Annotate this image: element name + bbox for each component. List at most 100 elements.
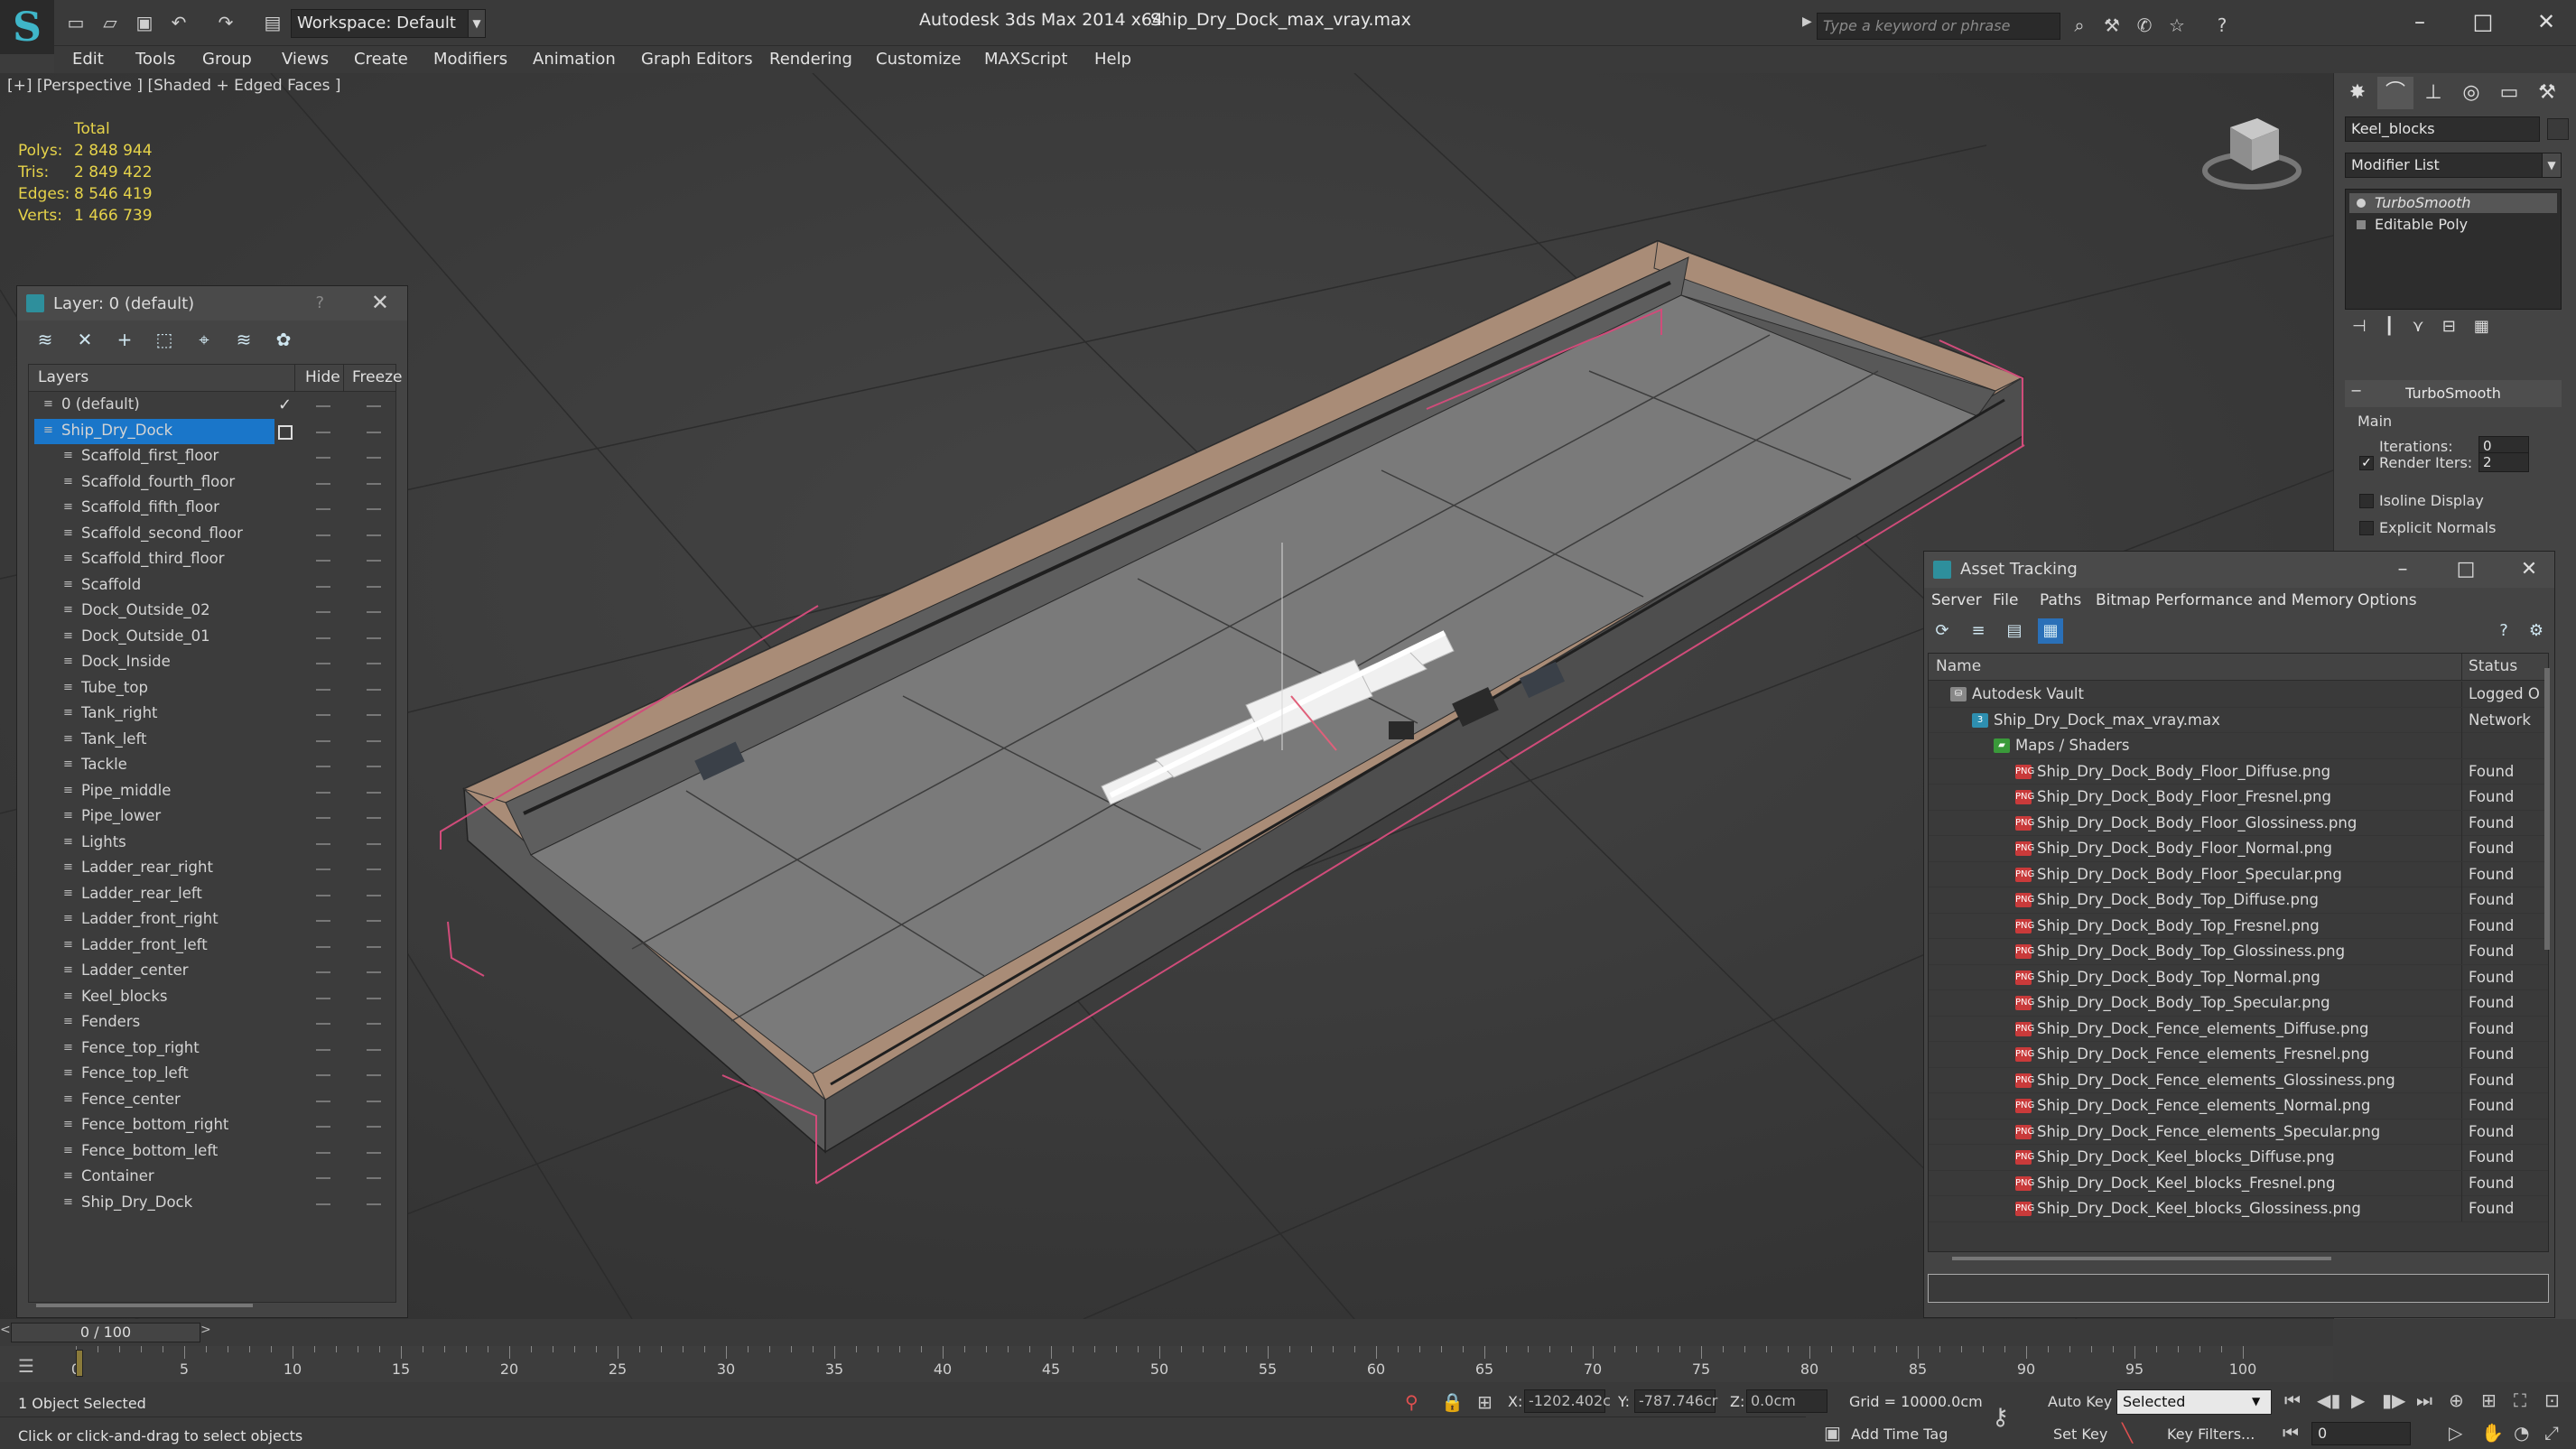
key-icon[interactable]: ⚷	[1992, 1404, 2009, 1431]
open-file-icon[interactable]: ▱	[98, 11, 123, 34]
freeze-toggle[interactable]	[367, 636, 381, 639]
lightbulb-icon[interactable]	[2357, 199, 2366, 208]
render-iters-spinner[interactable]: 2	[2478, 452, 2529, 472]
explicit-normals-checkbox[interactable]	[2359, 521, 2374, 535]
zoom-icon[interactable]: ⊕	[2449, 1389, 2464, 1411]
current-frame-marker[interactable]	[76, 1350, 83, 1377]
modify-tab-icon[interactable]: ⌒	[2377, 77, 2413, 109]
communication-icon[interactable]: ✆	[2131, 13, 2158, 38]
menu-create[interactable]: Create	[354, 50, 408, 69]
go-to-end-icon[interactable]: ⏭	[2416, 1389, 2432, 1411]
layer-row[interactable]: ≡ Ship_Dry_Dock	[29, 418, 395, 445]
layer-row[interactable]: ≡ Fence_bottom_right	[29, 1113, 395, 1139]
freeze-all-layers-icon[interactable]: ✿	[272, 328, 295, 351]
go-to-start-icon[interactable]: ⏮	[2284, 1389, 2301, 1411]
hide-toggle[interactable]	[316, 1100, 330, 1102]
asset-row[interactable]: ⛁ Autodesk Vault Logged O	[1929, 682, 2548, 708]
layer-row[interactable]: ≡ Scaffold	[29, 573, 395, 599]
time-slider-thumb[interactable]: 0 / 100	[11, 1323, 200, 1342]
menu-options[interactable]: Options	[2357, 591, 2417, 609]
freeze-toggle[interactable]	[367, 920, 381, 922]
hide-toggle[interactable]	[316, 1048, 330, 1051]
layer-row[interactable]: ≡ 0 (default) ✓	[29, 393, 395, 419]
modifier-list-dropdown[interactable]: Modifier List	[2345, 153, 2558, 178]
stack-item-editable-poly[interactable]: Editable Poly	[2349, 215, 2557, 235]
freeze-toggle[interactable]	[367, 842, 381, 845]
layer-row[interactable]: ≡ Dock_Outside_01	[29, 625, 395, 651]
hide-toggle[interactable]	[316, 945, 330, 948]
select-objects-icon[interactable]: ⬚	[153, 328, 176, 351]
menu-server[interactable]: Server	[1931, 591, 1982, 609]
redo-icon[interactable]: ↷	[213, 11, 238, 34]
hide-toggle[interactable]	[316, 817, 330, 819]
auto-key-button[interactable]: Auto Key	[2048, 1393, 2112, 1410]
hide-toggle[interactable]	[316, 663, 330, 664]
menu-help[interactable]: Help	[1094, 50, 1131, 69]
freeze-toggle[interactable]	[367, 482, 381, 485]
set-key-button[interactable]: Set Key	[2053, 1426, 2107, 1443]
hide-toggle[interactable]	[316, 508, 330, 510]
menu-views[interactable]: Views	[282, 50, 329, 69]
current-frame-field[interactable]: 0	[2311, 1422, 2411, 1445]
mini-curve-editor-icon[interactable]: ☰	[18, 1355, 34, 1377]
object-color-swatch[interactable]	[2547, 118, 2569, 140]
chevron-down-icon[interactable]: ▼	[2252, 1395, 2260, 1407]
selection-set-dropdown[interactable]: Selected	[2116, 1389, 2272, 1415]
hide-toggle[interactable]	[316, 1023, 330, 1025]
hide-toggle[interactable]	[316, 1126, 330, 1128]
column-name[interactable]: Name	[1936, 657, 1981, 675]
asset-row[interactable]: PNG Ship_Dry_Dock_Keel_blocks_Glossiness.…	[1929, 1196, 2548, 1222]
freeze-toggle[interactable]	[367, 431, 381, 433]
freeze-toggle[interactable]	[367, 1177, 381, 1179]
column-status[interactable]: Status	[2469, 657, 2517, 675]
z-coordinate-field[interactable]: 0.0cm	[1746, 1389, 1827, 1413]
previous-frame-icon[interactable]: <	[0, 1323, 11, 1337]
lock-selection-icon[interactable]: 🔒	[1441, 1391, 1464, 1413]
freeze-toggle[interactable]	[367, 508, 381, 510]
layer-row[interactable]: ≡ Scaffold_third_floor	[29, 547, 395, 573]
layer-row[interactable]: ≡ Scaffold_fifth_floor	[29, 496, 395, 522]
menu-tools[interactable]: Tools	[135, 50, 175, 69]
asset-row[interactable]: PNG Ship_Dry_Dock_Fence_elements_Glossine…	[1929, 1067, 2548, 1093]
layer-row[interactable]: ≡ Fence_center	[29, 1088, 395, 1114]
y-coordinate-field[interactable]: -787.746cr	[1634, 1389, 1717, 1413]
freeze-toggle[interactable]	[367, 1100, 381, 1102]
maximize-icon[interactable]: □	[2456, 4, 2510, 40]
hide-toggle[interactable]	[316, 560, 330, 562]
save-file-icon[interactable]: ▣	[132, 11, 157, 34]
asset-row[interactable]: PNG Ship_Dry_Dock_Body_Top_Fresnel.png Fou…	[1929, 913, 2548, 939]
layer-row[interactable]: ≡ Scaffold_first_floor	[29, 444, 395, 470]
close-icon[interactable]: ✕	[2511, 555, 2547, 584]
asset-row[interactable]: 3 Ship_Dry_Dock_max_vray.max Network	[1929, 707, 2548, 733]
next-key-icon[interactable]: ▮▶	[2382, 1389, 2405, 1411]
make-active-checkbox[interactable]	[278, 424, 293, 440]
freeze-toggle[interactable]	[367, 688, 381, 691]
detail-view-icon[interactable]: ▤	[2002, 618, 2027, 644]
layer-panel-titlebar[interactable]: Layer: 0 (default) ? ✕	[17, 286, 407, 320]
show-end-result-icon[interactable]: ┃	[2385, 317, 2395, 344]
layer-row[interactable]: ≡ Fence_top_left	[29, 1062, 395, 1088]
layer-row[interactable]: ≡ Pipe_lower	[29, 804, 395, 831]
hide-toggle[interactable]	[316, 636, 330, 639]
hide-toggle[interactable]	[316, 920, 330, 922]
layer-row[interactable]: ≡ Ladder_center	[29, 959, 395, 985]
layer-row[interactable]: ≡ Ship_Dry_Dock	[29, 1191, 395, 1217]
layer-row[interactable]: ≡ Scaffold_second_floor	[29, 522, 395, 548]
asset-row[interactable]: PNG Ship_Dry_Dock_Body_Floor_Fresnel.png F…	[1929, 785, 2548, 811]
hide-toggle[interactable]	[316, 791, 330, 794]
remove-modifier-icon[interactable]: ⊟	[2442, 317, 2456, 344]
freeze-toggle[interactable]	[367, 766, 381, 767]
column-layers[interactable]: Layers	[38, 368, 88, 386]
asset-row[interactable]: PNG Ship_Dry_Dock_Fence_elements_Fresnel.…	[1929, 1042, 2548, 1068]
freeze-toggle[interactable]	[367, 1074, 381, 1076]
freeze-toggle[interactable]	[367, 457, 381, 459]
render-iters-checkbox[interactable]: ✓	[2359, 456, 2374, 470]
chevron-down-icon[interactable]: ▼	[468, 9, 486, 38]
column-freeze[interactable]: Freeze	[352, 368, 402, 386]
add-to-layer-icon[interactable]: +	[113, 328, 136, 351]
asset-row[interactable]: PNG Ship_Dry_Dock_Fence_elements_Normal.p…	[1929, 1093, 2548, 1119]
search-expand-icon[interactable]: ▶	[1802, 14, 1815, 33]
layer-horizontal-scrollbar[interactable]	[36, 1304, 253, 1307]
layer-row[interactable]: ≡ Ladder_front_left	[29, 933, 395, 960]
pin-stack-icon[interactable]: ⊣	[2352, 317, 2367, 344]
